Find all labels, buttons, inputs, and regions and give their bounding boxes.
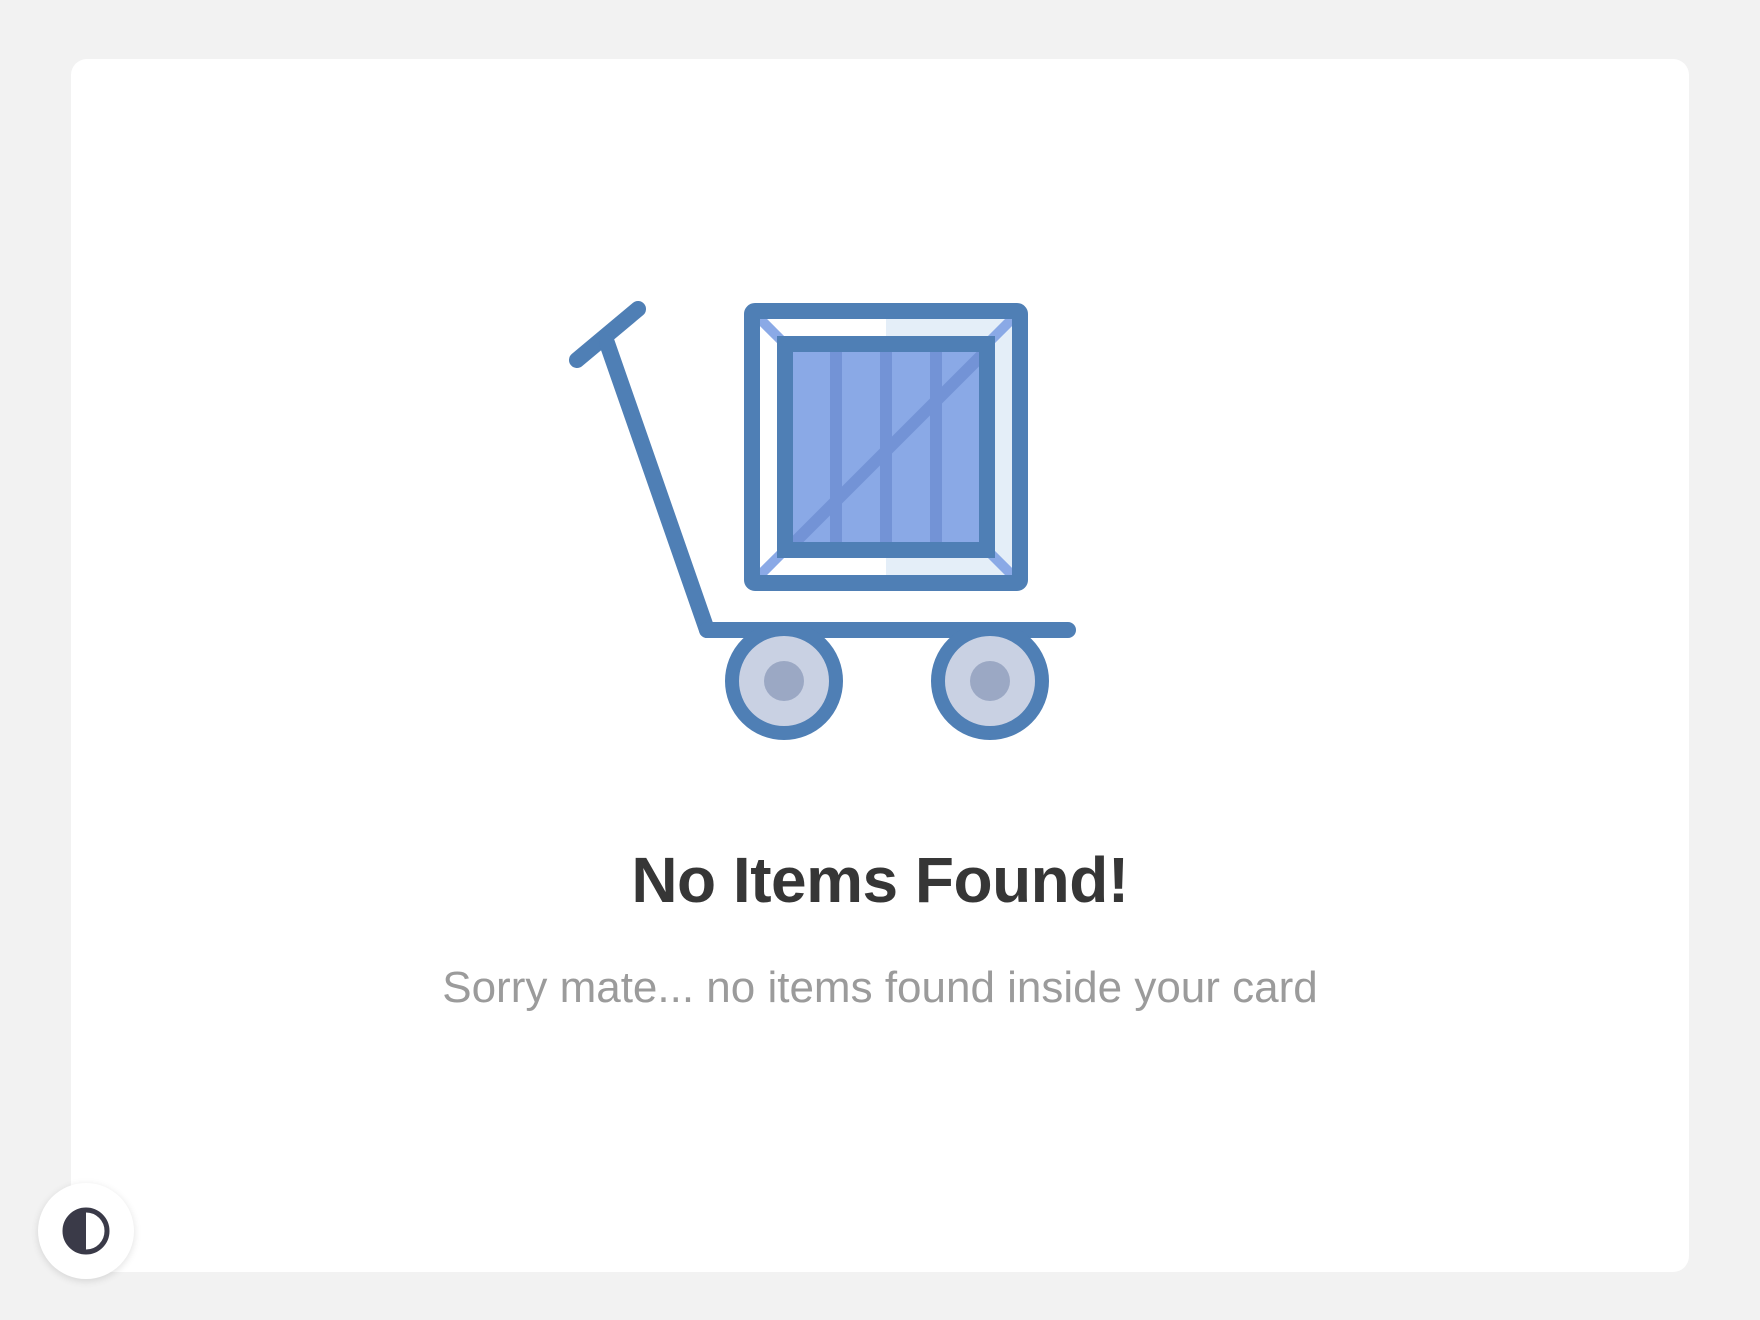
empty-state-title: No Items Found! (631, 844, 1129, 916)
empty-state-card (71, 59, 1689, 1272)
theme-toggle-button[interactable] (38, 1183, 134, 1279)
page: No Items Found! Sorry mate... no items f… (0, 0, 1760, 1320)
empty-state-message: Sorry mate... no items found inside your… (442, 963, 1318, 1012)
contrast-icon (62, 1207, 110, 1255)
